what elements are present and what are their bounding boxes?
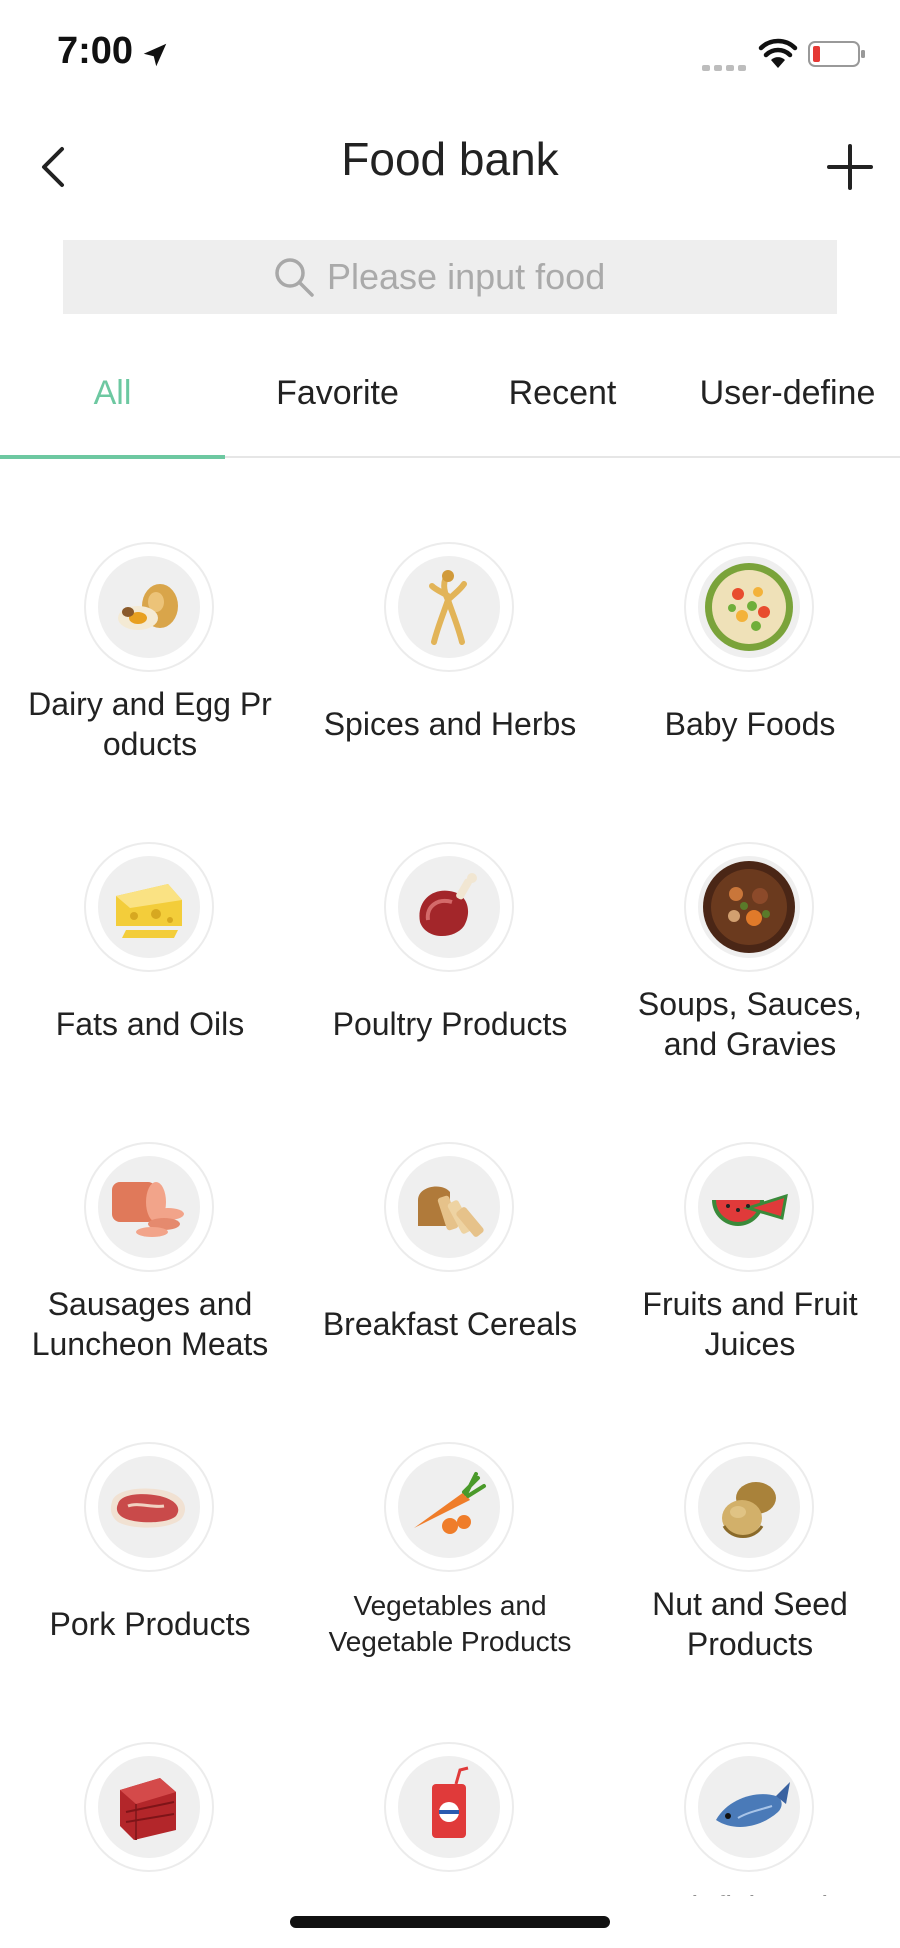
category-label: Baby Foods — [664, 706, 836, 742]
beef-icon — [120, 1778, 176, 1840]
category-icon-circle — [684, 542, 814, 672]
ginseng-icon — [429, 570, 467, 645]
category-item[interactable]: Dairy and Egg Pr oducts — [0, 456, 300, 762]
nav-bar: Food bank — [0, 110, 900, 230]
category-label: Dairy and Egg Pr oducts — [28, 686, 272, 762]
home-indicator — [290, 1916, 610, 1928]
category-icon-circle — [384, 542, 514, 672]
tab-recent[interactable]: Recent — [450, 330, 675, 456]
category-label: Breakfast Cereals — [322, 1306, 578, 1342]
category-icon-circle — [684, 1142, 814, 1272]
category-icon-circle — [84, 842, 214, 972]
category-label — [10, 1884, 290, 1896]
location-arrow-icon — [143, 43, 167, 67]
drink-can-icon — [432, 1766, 469, 1838]
tab-favorite[interactable]: Favorite — [225, 330, 450, 456]
category-label: Soups, Sauces, and Gravies — [637, 986, 863, 1062]
category-label: Nut and Seed Products — [652, 1586, 848, 1662]
search-icon — [275, 258, 314, 297]
sausage-icon — [112, 1182, 184, 1237]
cheese-icon — [116, 884, 182, 938]
category-icon-circle — [84, 1442, 214, 1572]
tab-bar: All Favorite Recent User-define — [0, 330, 900, 459]
category-item[interactable]: Breakfast Cereals — [300, 1056, 600, 1356]
category-item[interactable]: Poultry Products — [300, 756, 600, 1056]
fish-icon — [716, 1782, 790, 1827]
category-item[interactable]: Fats and Oils — [0, 756, 300, 1056]
category-item[interactable]: Finfish and — [600, 1656, 900, 1896]
plus-icon — [827, 144, 873, 190]
category-label: Poultry Products — [332, 1006, 568, 1042]
category-icon-circle — [384, 842, 514, 972]
category-label: Sausages and Luncheon Meats — [31, 1286, 269, 1362]
category-icon-circle — [84, 1742, 214, 1872]
category-icon-circle — [84, 1142, 214, 1272]
category-label: Fats and Oils — [55, 1006, 245, 1042]
watermelon-icon — [712, 1193, 788, 1226]
egg-icon — [118, 584, 178, 630]
battery-icon — [808, 41, 865, 67]
status-bar: 7:00 — [0, 0, 900, 110]
category-icon-circle — [384, 1742, 514, 1872]
category-item[interactable]: Vegetables and Vegetable Products — [300, 1356, 600, 1657]
category-label: Finfish and — [610, 1888, 890, 1896]
category-item[interactable]: Nut and Seed Products — [600, 1356, 900, 1662]
category-item[interactable]: Spices and Herbs — [300, 456, 600, 756]
category-icon-circle — [384, 1442, 514, 1572]
category-icon-circle — [684, 1742, 814, 1872]
category-item[interactable] — [0, 1656, 300, 1896]
page-title: Food bank — [341, 133, 559, 185]
category-label: Pork Products — [49, 1606, 251, 1642]
category-item[interactable]: Sausages and Luncheon Meats — [0, 1056, 300, 1362]
add-button[interactable] — [820, 132, 880, 202]
tab-all[interactable]: All — [0, 330, 225, 456]
category-label: Spices and Herbs — [323, 706, 577, 742]
baby-food-icon — [705, 563, 793, 651]
search-box[interactable] — [63, 240, 837, 314]
category-icon-circle — [84, 542, 214, 672]
category-icon-circle — [684, 842, 814, 972]
stew-icon — [703, 861, 795, 953]
category-label: Vegetables and Vegetable Products — [328, 1590, 572, 1657]
category-item[interactable]: Soups, Sauces, and Gravies — [600, 756, 900, 1062]
category-item[interactable] — [300, 1656, 600, 1896]
category-grid: Dairy and Egg Pr oducts Spices and Herbs — [0, 456, 900, 1896]
search-input[interactable] — [327, 256, 627, 298]
category-icon-circle — [684, 1442, 814, 1572]
nuts-icon — [722, 1482, 776, 1538]
carrot-icon — [414, 1472, 486, 1534]
bread-icon — [418, 1186, 484, 1237]
category-item[interactable]: Baby Foods — [600, 456, 900, 756]
ham-icon — [419, 873, 477, 937]
wifi-icon — [758, 38, 798, 68]
category-item[interactable]: Fruits and Fruit Juices — [600, 1056, 900, 1362]
category-icon-circle — [384, 1142, 514, 1272]
tab-user-define[interactable]: User-define — [675, 330, 900, 456]
signal-icon — [702, 58, 750, 76]
category-label: Fruits and Fruit Juices — [642, 1286, 858, 1362]
status-time: 7:00 — [57, 30, 134, 72]
category-label — [310, 1884, 590, 1896]
steak-icon — [110, 1488, 186, 1528]
category-item[interactable]: Pork Products — [0, 1356, 300, 1656]
